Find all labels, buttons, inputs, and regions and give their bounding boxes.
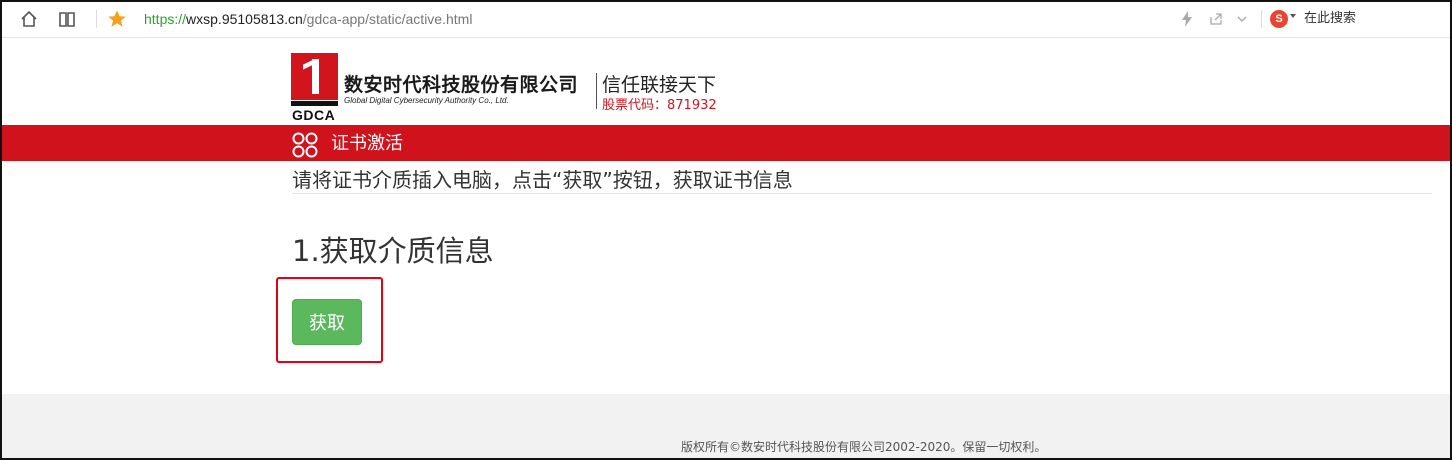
search-input[interactable]: 在此搜索	[1304, 10, 1356, 28]
url-host: wxsp.95105813.cn	[186, 11, 303, 27]
stock-code: 股票代码：871932	[602, 98, 717, 113]
logo-text: GDCA	[292, 107, 336, 123]
company-name-en: Global Digital Cybersecurity Authority C…	[344, 96, 509, 105]
get-button[interactable]: 获取	[292, 299, 362, 345]
home-icon[interactable]	[18, 9, 40, 29]
search-engine-caret-icon[interactable]	[1290, 14, 1296, 18]
share-icon[interactable]	[1208, 9, 1224, 29]
company-name-cn: 数安时代科技股份有限公司	[344, 74, 579, 96]
logo-underline	[291, 101, 338, 106]
url-path: /gdca-app/static/active.html	[302, 11, 473, 27]
sogou-icon[interactable]: S	[1270, 10, 1288, 28]
logo-pillar	[312, 59, 319, 94]
copyright-text: 版权所有©数安时代科技股份有限公司2002-2020。保留一切权利。	[681, 440, 1047, 454]
header-divider	[596, 73, 597, 109]
browser-toolbar: https://wxsp.95105813.cn/gdca-app/static…	[0, 0, 1452, 38]
step-title: 1.获取介质信息	[292, 234, 494, 268]
toolbar-divider	[96, 10, 97, 28]
url-scheme: https://	[144, 11, 187, 27]
gdca-logo	[291, 53, 338, 108]
grid-circles-icon	[291, 131, 319, 159]
divider	[292, 193, 1432, 194]
page-title: 证书激活	[331, 133, 403, 154]
title-bar	[2, 125, 1450, 161]
reader-icon[interactable]	[56, 9, 78, 29]
window-frame	[0, 0, 1452, 460]
lightning-icon[interactable]	[1180, 9, 1194, 29]
favorite-star-icon[interactable]	[106, 9, 128, 29]
chevron-down-icon[interactable]	[1235, 9, 1249, 29]
slogan: 信任联接天下	[602, 74, 717, 96]
toolbar-divider	[1261, 10, 1262, 28]
address-bar[interactable]: https://wxsp.95105813.cn/gdca-app/static…	[144, 10, 472, 28]
instruction-text: 请将证书介质插入电脑，点击“获取”按钮，获取证书信息	[292, 168, 793, 192]
